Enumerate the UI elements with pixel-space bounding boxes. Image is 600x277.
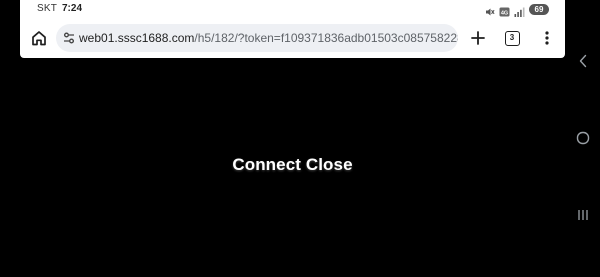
network-type-icon: 4G: [499, 4, 510, 17]
system-nav-bar: [565, 0, 600, 277]
battery-icon: 69: [529, 3, 549, 15]
plus-icon: [471, 31, 485, 45]
tab-count: 3: [509, 33, 515, 42]
screen: SKT 7:24 4G 69 web01.sssc1688.com/h5/182…: [0, 0, 600, 277]
status-icons: 4G 69: [485, 3, 549, 17]
url-text[interactable]: web01.sssc1688.com/h5/182/?token=f109371…: [79, 31, 458, 45]
home-icon: [32, 31, 46, 46]
more-menu-button[interactable]: [539, 27, 555, 49]
back-chevron-icon: [579, 54, 587, 68]
tab-switcher-icon: 3: [504, 30, 520, 46]
browser-toolbar: web01.sssc1688.com/h5/182/?token=f109371…: [20, 20, 565, 56]
nav-back-button[interactable]: [573, 51, 593, 71]
address-bar[interactable]: web01.sssc1688.com/h5/182/?token=f109371…: [56, 24, 458, 52]
circle-home-icon: [576, 131, 590, 145]
mute-icon: [485, 4, 495, 16]
tab-switcher-button[interactable]: 3: [502, 28, 522, 48]
tune-icon[interactable]: [62, 31, 76, 45]
more-vert-icon: [545, 31, 549, 45]
connection-status-message: Connect Close: [232, 155, 353, 174]
nav-home-button[interactable]: [573, 128, 593, 148]
browser-chrome: SKT 7:24 4G 69 web01.sssc1688.com/h5/182…: [20, 0, 565, 58]
status-time: 7:24: [62, 3, 83, 14]
new-tab-button[interactable]: [467, 27, 489, 49]
url-host: web01.sssc1688.com: [79, 31, 195, 45]
status-bar: SKT 7:24 4G 69: [20, 0, 565, 18]
network-type-label: 4G: [501, 10, 508, 16]
signal-icon: [514, 4, 525, 17]
url-path: /h5/182/?token=f109371836adb01503c085758…: [194, 31, 458, 45]
recents-icon: [578, 210, 588, 220]
nav-recents-button[interactable]: [573, 205, 593, 225]
carrier-label: SKT: [37, 3, 58, 14]
home-button[interactable]: [28, 27, 50, 49]
